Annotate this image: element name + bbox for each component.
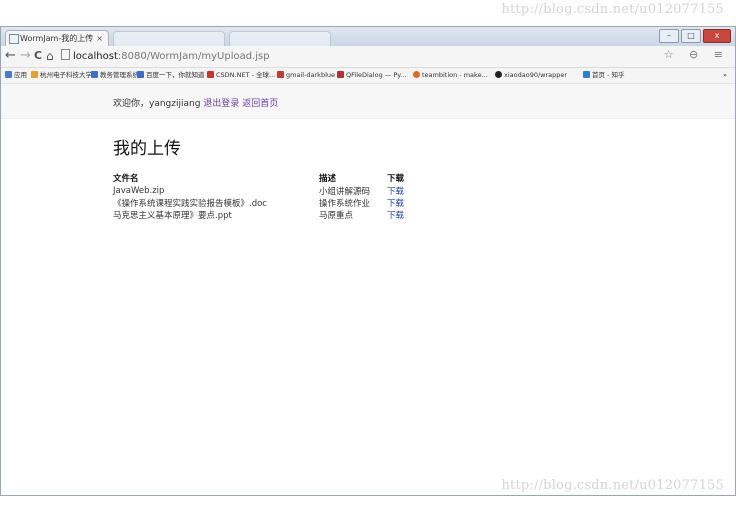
table-header-row: 文件名 描述 下载 [113, 172, 427, 185]
user-bar: 欢迎你，yangzijiang 退出登录 返回首页 [1, 84, 735, 119]
bookmark-item[interactable]: xiaodao90/wrapper [495, 68, 567, 83]
csdn-icon [207, 71, 214, 78]
bookmark-icon [91, 71, 98, 78]
background-tab[interactable] [229, 31, 331, 46]
welcome-line: 欢迎你，yangzijiang 退出登录 返回首页 [113, 96, 278, 109]
table-row: 《操作系统课程实践实验报告模板》.doc 操作系统作业 下载 [113, 197, 427, 209]
page-title: 我的上传 [113, 139, 181, 159]
bookmark-item[interactable]: 首页 - 知乎 [583, 68, 624, 83]
tab-title: WormJam-我的上传 [20, 34, 94, 43]
forward-arrow-icon[interactable]: → [20, 48, 31, 64]
uploads-table: 文件名 描述 下载 JavaWeb.zip 小组讲解源码 下载 《操作系统课程实… [113, 172, 427, 221]
browser-toolbar: ← → C ⌂ localhost:8080/WormJam/myUpload.… [1, 46, 735, 68]
table-row: JavaWeb.zip 小组讲解源码 下载 [113, 185, 427, 197]
watermark-bottom: http://blog.csdn.net/u012077155 [501, 478, 724, 493]
page-favicon-icon [9, 34, 19, 44]
home-icon[interactable]: ⌂ [46, 48, 54, 64]
window-controls: – □ x [659, 29, 731, 43]
background-tab[interactable] [113, 31, 225, 46]
baidu-icon [137, 71, 144, 78]
browser-tab[interactable]: WormJam-我的上传 × [5, 30, 109, 46]
file-name: 《操作系统课程实践实验报告模板》.doc [113, 199, 267, 209]
address-bar[interactable]: localhost:8080/WormJam/myUpload.jsp [61, 49, 641, 63]
browser-window: WormJam-我的上传 × – □ x ← → C ⌂ localhost:8… [0, 26, 736, 496]
file-description: 操作系统作业 [319, 199, 371, 209]
column-header-filename: 文件名 [113, 174, 139, 184]
tab-close-icon[interactable]: × [96, 31, 103, 46]
apps-grid-icon [5, 71, 12, 78]
github-icon [495, 71, 502, 78]
url-host: localhost [73, 51, 118, 62]
reload-icon[interactable]: C [34, 48, 42, 64]
column-header-download: 下载 [387, 174, 405, 184]
bookmark-item[interactable]: QFileDialog — Py... [337, 68, 406, 83]
toolbar-icons[interactable]: ☆ ⊖ ≡ [664, 48, 729, 61]
bookmark-icon [337, 71, 344, 78]
file-name: 马克思主义基本原理》要点.ppt [113, 211, 232, 221]
logout-link[interactable]: 退出登录 [203, 99, 239, 109]
minimize-button[interactable]: – [659, 29, 679, 43]
bookmark-item[interactable]: gmail-darkblue [277, 68, 335, 83]
bookmarks-bar: 应用 杭州电子科技大学 教务管理系统 百度一下，你就知道 CSDN.NET - … [1, 68, 735, 84]
tab-bar: WormJam-我的上传 × – □ x [1, 27, 735, 46]
teambition-icon [413, 71, 420, 78]
file-description: 小组讲解源码 [319, 187, 371, 197]
file-name: JavaWeb.zip [113, 186, 165, 196]
page-content: 欢迎你，yangzijiang 退出登录 返回首页 我的上传 文件名 描述 下载… [1, 84, 735, 495]
bookmark-apps[interactable]: 应用 [5, 68, 27, 83]
bookmark-item[interactable]: 百度一下，你就知道 [137, 68, 205, 83]
download-link[interactable]: 下载 [387, 187, 404, 197]
page-icon [61, 49, 70, 60]
zhihu-icon [583, 71, 590, 78]
bookmark-icon [31, 71, 38, 78]
bookmark-item[interactable]: CSDN.NET - 全球... [207, 68, 275, 83]
download-link[interactable]: 下载 [387, 199, 404, 209]
home-link[interactable]: 返回首页 [242, 99, 278, 109]
watermark-top: http://blog.csdn.net/u012077155 [501, 2, 724, 17]
maximize-button[interactable]: □ [681, 29, 701, 43]
window-close-button[interactable]: x [703, 29, 731, 43]
file-description: 马原重点 [319, 211, 354, 221]
back-arrow-icon[interactable]: ← [5, 48, 16, 64]
bookmark-item[interactable]: 教务管理系统 [91, 68, 139, 83]
table-row: 马克思主义基本原理》要点.ppt 马原重点 下载 [113, 209, 427, 221]
url-path: :8080/WormJam/myUpload.jsp [117, 51, 270, 62]
column-header-description: 描述 [319, 174, 337, 184]
gmail-icon [277, 71, 284, 78]
bookmark-item[interactable]: 杭州电子科技大学 [31, 68, 92, 83]
bookmarks-more-icon[interactable]: » [723, 68, 727, 83]
download-link[interactable]: 下载 [387, 211, 404, 221]
bookmark-item[interactable]: teambition - make... [413, 68, 488, 83]
welcome-text: 欢迎你，yangzijiang [113, 99, 201, 109]
